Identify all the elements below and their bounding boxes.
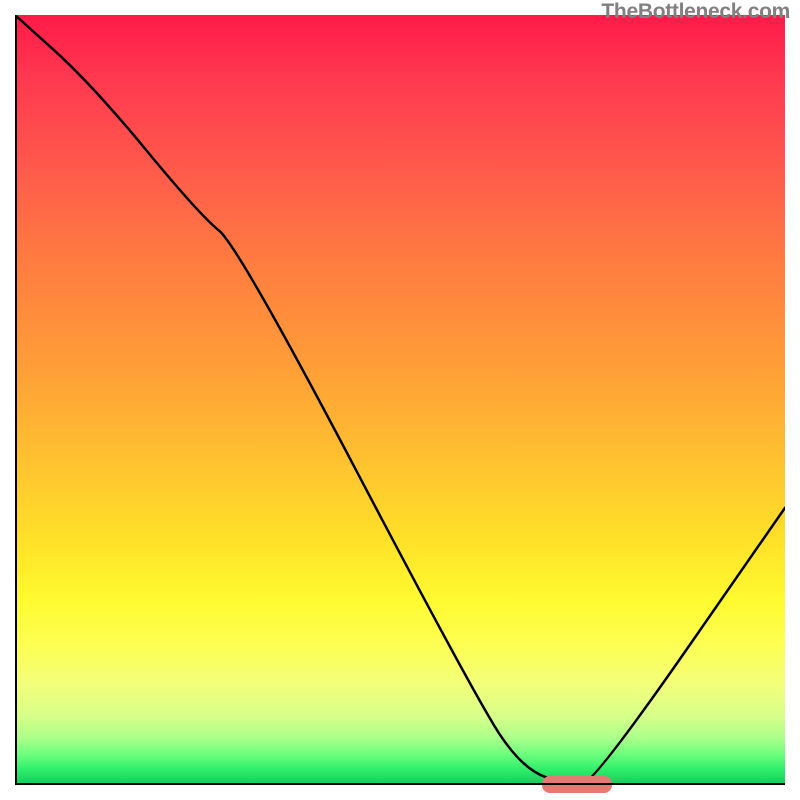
x-axis-line [15,783,785,785]
bottleneck-curve [15,15,785,785]
y-axis-line [15,15,17,785]
chart-container: TheBottleneck.com [0,0,800,800]
plot-area [15,15,785,785]
watermark: TheBottleneck.com [601,0,790,24]
